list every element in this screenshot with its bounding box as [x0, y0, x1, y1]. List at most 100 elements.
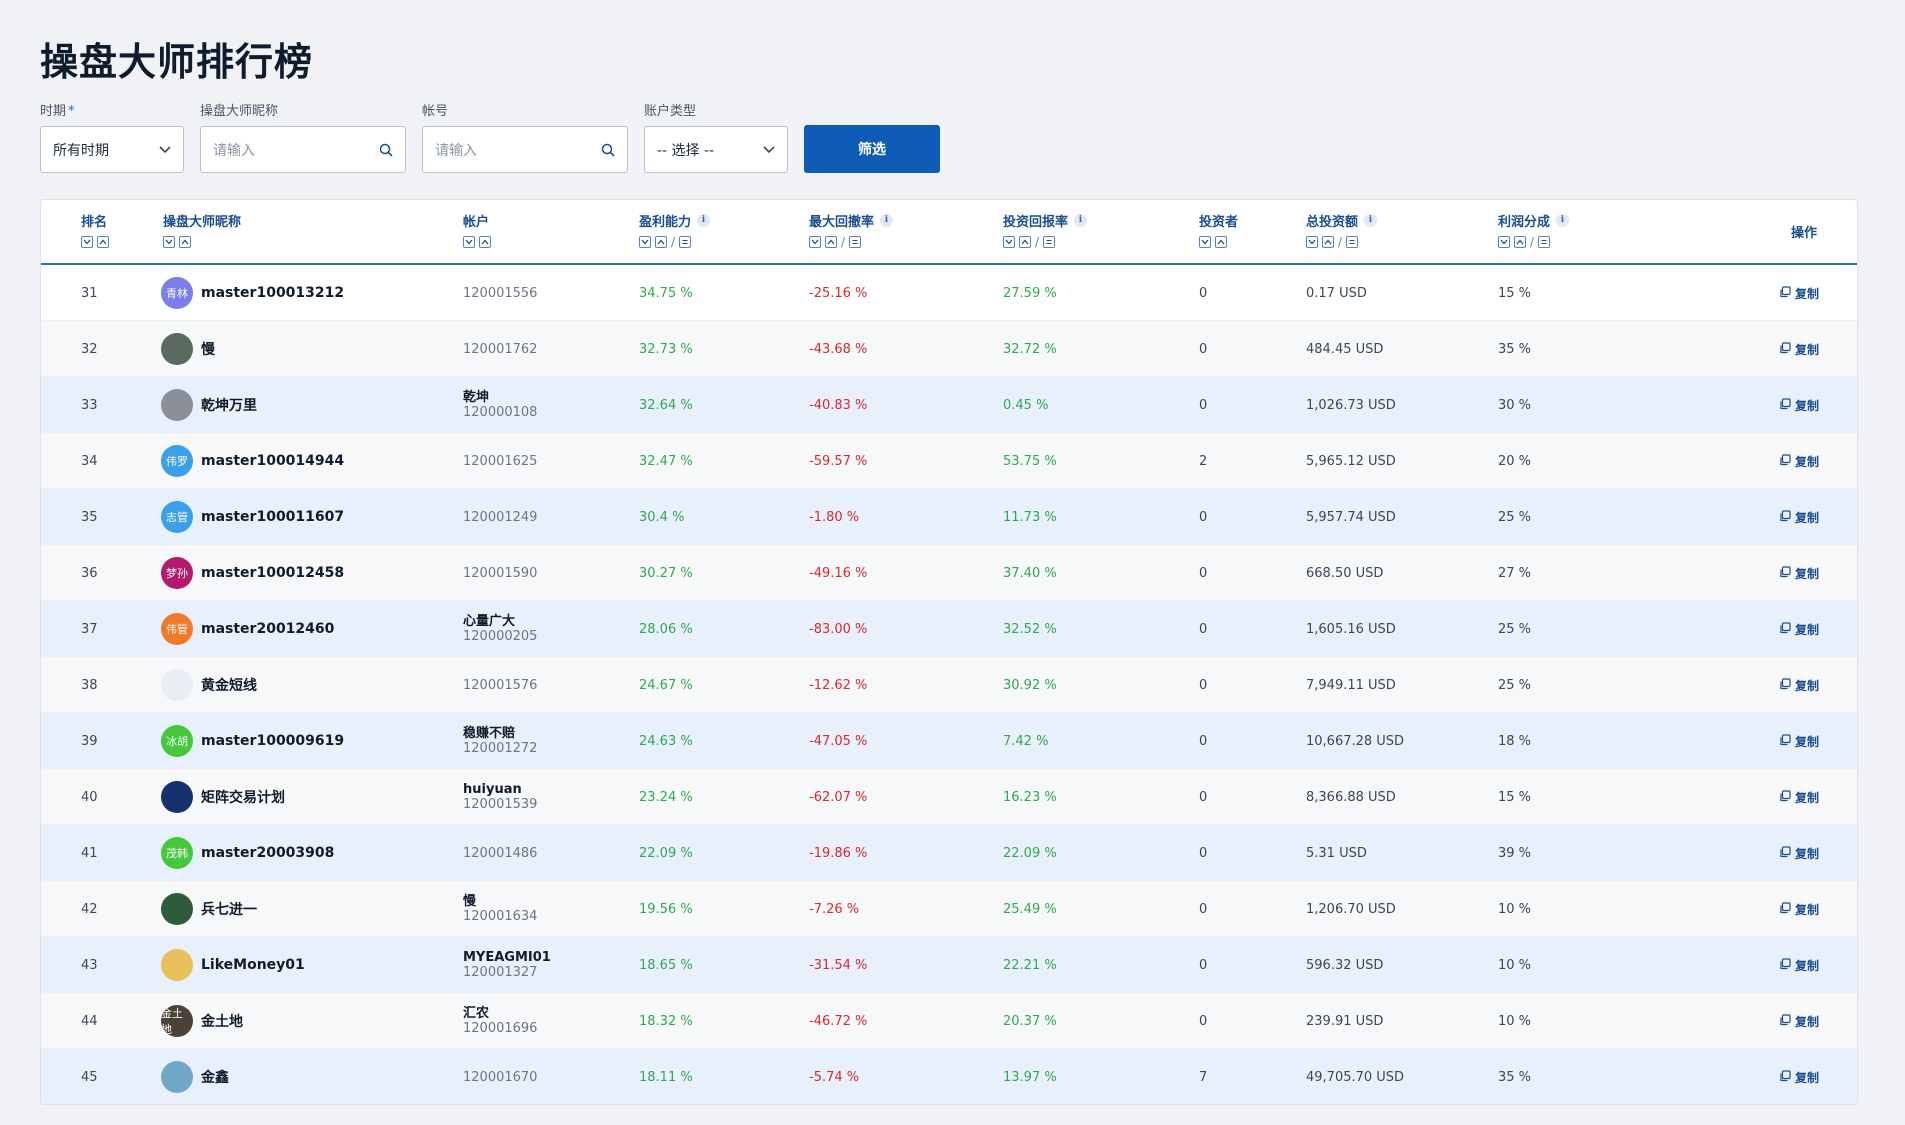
- account-title: 稳赚不赔: [463, 726, 516, 741]
- nickname-input[interactable]: 请输入: [200, 126, 406, 173]
- profit-share-cell: 25 %: [1498, 677, 1532, 693]
- copy-button[interactable]: 复制: [1779, 713, 1819, 769]
- profit-share-cell: 25 %: [1498, 621, 1532, 637]
- nickname-cell[interactable]: 矩阵交易计划: [161, 769, 285, 825]
- account-type-select[interactable]: -- 选择 --: [644, 126, 788, 173]
- nickname-cell[interactable]: 冰胡 master100009619: [161, 713, 344, 769]
- profit-cell: 32.47 %: [639, 453, 693, 469]
- sort-desc-icon[interactable]: [1498, 236, 1510, 248]
- col-share-label: 利润分成: [1498, 214, 1551, 230]
- search-icon[interactable]: [379, 143, 393, 157]
- table-row: 33 乾坤万里 乾坤 120000108 32.64 % -40.83 % 0.45 % 0 1…: [41, 377, 1857, 433]
- nickname-text: master100013212: [201, 285, 345, 301]
- copy-icon: [1779, 1013, 1791, 1029]
- sort-reset-icon[interactable]: [849, 236, 862, 248]
- copy-label: 复制: [1794, 510, 1819, 525]
- copy-button[interactable]: 复制: [1779, 937, 1819, 993]
- sort-asc-icon[interactable]: [825, 236, 837, 248]
- account-cell: 120001486: [463, 825, 537, 881]
- sort-desc-icon[interactable]: [639, 236, 651, 248]
- investors-cell: 0: [1199, 341, 1208, 357]
- sort-asc-icon[interactable]: [1514, 236, 1526, 248]
- info-icon[interactable]: i: [1556, 213, 1570, 227]
- copy-button[interactable]: 复制: [1779, 601, 1819, 657]
- sort-reset-icon[interactable]: [1346, 236, 1359, 248]
- investors-cell: 0: [1199, 733, 1208, 749]
- copy-button[interactable]: 复制: [1779, 489, 1819, 545]
- table-row: 41 茂韩 master20003908 120001486 22.09 % -19.86…: [41, 825, 1857, 881]
- sort-desc-icon[interactable]: [1003, 236, 1015, 248]
- info-icon[interactable]: i: [1074, 213, 1088, 227]
- nickname-cell[interactable]: 伟罗 master100014944: [161, 433, 344, 489]
- copy-button[interactable]: 复制: [1779, 377, 1819, 433]
- nickname-text: 金鑫: [201, 1070, 229, 1086]
- search-icon[interactable]: [601, 143, 615, 157]
- sort-desc-icon[interactable]: [809, 236, 821, 248]
- profit-cell: 28.06 %: [639, 621, 693, 637]
- nickname-cell[interactable]: 乾坤万里: [161, 377, 257, 433]
- nickname-cell[interactable]: 伟管 master20012460: [161, 601, 334, 657]
- copy-button[interactable]: 复制: [1779, 881, 1819, 937]
- copy-button[interactable]: 复制: [1779, 657, 1819, 713]
- nickname-filter: 操盘大师昵称 请输入: [200, 102, 406, 173]
- sort-asc-icon[interactable]: [655, 236, 667, 248]
- total-investment-cell: 5.31 USD: [1306, 845, 1367, 861]
- account-cell: 心量广大 120000205: [463, 601, 537, 657]
- account-number: 120001327: [463, 965, 538, 980]
- col-account-label: 帐户: [463, 214, 490, 230]
- nickname-text: 黄金短线: [201, 678, 257, 694]
- sort-asc-icon[interactable]: [97, 236, 109, 248]
- copy-button[interactable]: 复制: [1779, 321, 1819, 377]
- sort-desc-icon[interactable]: [1199, 236, 1211, 248]
- copy-button[interactable]: 复制: [1779, 1049, 1819, 1104]
- profit-cell: 32.64 %: [639, 397, 693, 413]
- nickname-cell[interactable]: 梦孙 master100012458: [161, 545, 344, 601]
- nickname-cell[interactable]: LikeMoney01: [161, 937, 305, 993]
- nickname-cell[interactable]: 志管 master100011607: [161, 489, 344, 545]
- table-row: 31 青林 master100013212 120001556 34.75 % -25.1…: [41, 265, 1857, 321]
- nickname-cell[interactable]: 黄金短线: [161, 657, 257, 713]
- copy-button[interactable]: 复制: [1779, 993, 1819, 1049]
- sort-asc-icon[interactable]: [179, 236, 191, 248]
- sort-separator: /: [1338, 235, 1343, 249]
- copy-button[interactable]: 复制: [1779, 265, 1819, 321]
- nickname-cell[interactable]: 慢: [161, 321, 215, 377]
- sort-desc-icon[interactable]: [463, 236, 475, 248]
- sort-reset-icon[interactable]: [679, 236, 692, 248]
- nickname-cell[interactable]: 金鑫: [161, 1049, 229, 1104]
- nickname-cell[interactable]: 青林 master100013212: [161, 265, 344, 321]
- period-select[interactable]: 所有时期: [40, 126, 184, 173]
- sort-desc-icon[interactable]: [1306, 236, 1318, 248]
- sort-asc-icon[interactable]: [479, 236, 491, 248]
- account-input[interactable]: 请输入: [422, 126, 628, 173]
- nickname-cell[interactable]: 金土地 金土地: [161, 993, 243, 1049]
- sort-desc-icon[interactable]: [81, 236, 93, 248]
- rank-cell: 31: [81, 285, 98, 301]
- profit-cell: 30.4 %: [639, 509, 685, 525]
- copy-button[interactable]: 复制: [1779, 545, 1819, 601]
- sort-asc-icon[interactable]: [1322, 236, 1334, 248]
- copy-button[interactable]: 复制: [1779, 825, 1819, 881]
- info-icon[interactable]: i: [880, 213, 894, 227]
- account-number: 120001696: [463, 1021, 538, 1036]
- avatar: [161, 669, 193, 701]
- sort-reset-icon[interactable]: [1043, 236, 1056, 248]
- info-icon[interactable]: i: [1364, 213, 1378, 227]
- info-icon[interactable]: i: [697, 213, 711, 227]
- sort-desc-icon[interactable]: [163, 236, 175, 248]
- investors-cell: 0: [1199, 677, 1208, 693]
- sort-asc-icon[interactable]: [1215, 236, 1227, 248]
- profit-cell: 32.73 %: [639, 341, 693, 357]
- sort-separator: /: [841, 235, 846, 249]
- profit-cell: 24.63 %: [639, 733, 693, 749]
- filter-button[interactable]: 筛选: [804, 125, 940, 173]
- nickname-cell[interactable]: 兵七进一: [161, 881, 257, 937]
- col-action-label: 操作: [1790, 226, 1817, 241]
- sort-reset-icon[interactable]: [1538, 236, 1551, 248]
- table-row: 44 金土地 金土地 汇农 120001696 18.32 % -46.72 % 20.37 …: [41, 993, 1857, 1049]
- copy-button[interactable]: 复制: [1779, 433, 1819, 489]
- copy-button[interactable]: 复制: [1779, 769, 1819, 825]
- share-sort-controls: /: [1498, 235, 1569, 249]
- sort-asc-icon[interactable]: [1019, 236, 1031, 248]
- nickname-cell[interactable]: 茂韩 master20003908: [161, 825, 334, 881]
